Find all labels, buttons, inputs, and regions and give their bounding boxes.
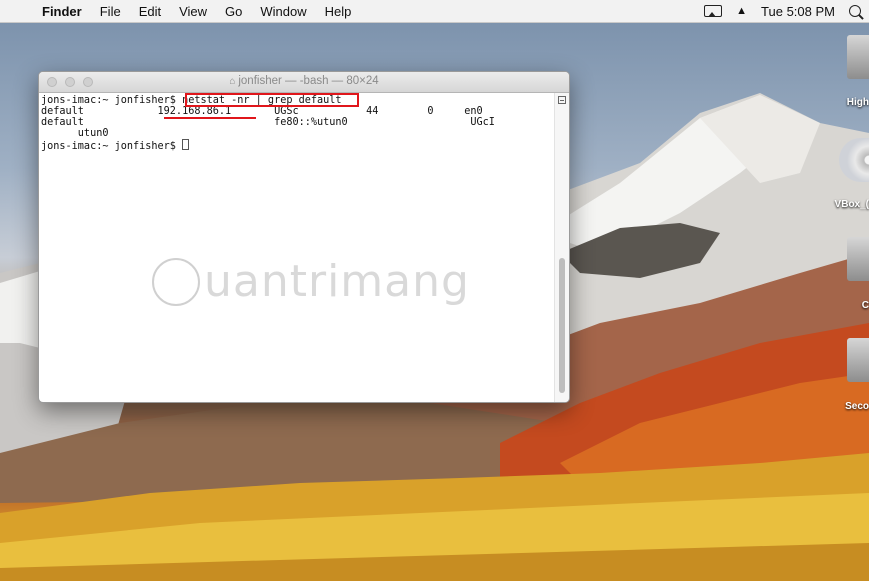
desktop-icon-label: Seco (845, 401, 869, 412)
watermark: uantrimang (152, 254, 469, 318)
hard-drive-icon (847, 338, 869, 382)
desktop-icon-c[interactable]: C (829, 237, 869, 312)
scrollbar-thumb[interactable] (559, 258, 565, 393)
menu-go[interactable]: Go (225, 4, 242, 19)
watermark-text: uantrimang (204, 256, 470, 307)
home-folder-icon: ⌂ (229, 76, 236, 87)
menu-app-name[interactable]: Finder (42, 4, 82, 19)
menu-view[interactable]: View (179, 4, 207, 19)
terminal-line: default 192.168.86.1 UGSc 44 0 en0 (41, 106, 483, 117)
desktop-icon-seco[interactable]: Seco (829, 338, 869, 413)
hard-drive-icon (847, 237, 869, 281)
terminal-title-text: jonfisher — -bash — 80×24 (238, 75, 379, 87)
menu-window[interactable]: Window (260, 4, 306, 19)
terminal-prompt-line: jons-imac:~ jonfisher$ (41, 139, 190, 152)
disc-icon (839, 138, 869, 182)
terminal-line: default fe80::%utun0 UGcI (41, 117, 495, 128)
menu-edit[interactable]: Edit (139, 4, 161, 19)
menu-file[interactable]: File (100, 4, 121, 19)
gateway-underline (164, 117, 256, 119)
hard-drive-icon (847, 35, 869, 79)
menu-clock[interactable]: Tue 5:08 PM (761, 4, 835, 19)
menu-help[interactable]: Help (325, 4, 352, 19)
terminal-cursor (182, 139, 190, 150)
desktop-icon-vbox[interactable]: VBox_( (829, 138, 869, 213)
terminal-title: ⌂ jonfisher — -bash — 80×24 (39, 75, 569, 87)
spotlight-search-icon[interactable] (849, 5, 861, 17)
split-pane-icon[interactable] (558, 96, 566, 104)
terminal-line: utun0 (41, 128, 109, 139)
watermark-logo-icon (152, 258, 200, 306)
desktop-icon-high[interactable]: High (829, 35, 869, 110)
airplay-icon[interactable] (704, 5, 723, 17)
terminal-prompt: jons-imac:~ jonfisher$ (41, 141, 183, 152)
terminal-window[interactable]: ⌂ jonfisher — -bash — 80×24 jons-imac:~ j… (38, 71, 570, 403)
terminal-scrollbar[interactable] (554, 93, 569, 402)
menu-bar: Finder File Edit View Go Window Help ▲ T… (0, 0, 869, 23)
command-highlight-box (185, 93, 359, 107)
desktop-icon-label: C (861, 300, 869, 311)
eject-icon[interactable]: ▲ (736, 5, 747, 17)
terminal-output[interactable]: jons-imac:~ jonfisher$ netstat -nr | gre… (39, 93, 555, 402)
desktop-icon-label: VBox_( (834, 199, 869, 210)
desktop-icon-label: High (846, 97, 869, 108)
terminal-titlebar[interactable]: ⌂ jonfisher — -bash — 80×24 (39, 72, 569, 93)
